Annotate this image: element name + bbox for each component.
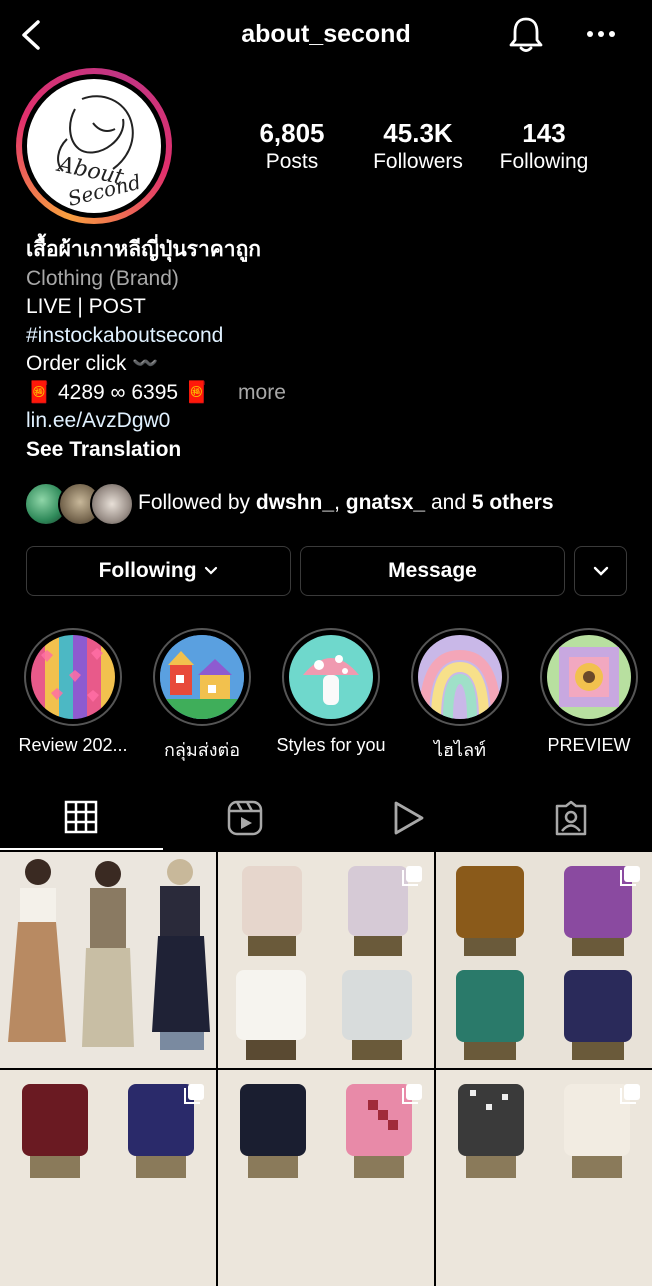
followers-others[interactable]: 5 others [472,491,554,514]
highlight-item[interactable]: PREVIEW [539,628,639,756]
profile-bio: เสื้อผ้าเกาหลีญี่ปุ่นราคาถูก Clothing (B… [26,236,626,464]
carousel-icon [184,1084,204,1104]
bio-phone-line: 🧧 4289 ∞ 6395 🧧 more [26,379,626,408]
tab-reels[interactable] [163,788,326,848]
carousel-icon [620,866,640,886]
bio-phone: 🧧 4289 ∞ 6395 🧧 [26,380,211,404]
follower-username[interactable]: gnatsx_ [346,491,425,514]
post-thumbnail[interactable] [0,852,216,1068]
tab-tagged[interactable] [489,788,652,848]
highlight-cover [160,635,244,719]
chevron-down-icon [205,567,218,576]
about-second-logo: About Second [27,79,161,213]
tab-videos[interactable] [326,788,489,848]
highlight-cover [547,635,631,719]
message-button[interactable]: Message [300,546,565,596]
grid-icon [64,800,98,834]
tagged-icon [555,800,587,836]
following-label: Following [499,150,589,173]
message-button-label: Message [388,559,477,582]
highlight-cover [289,635,373,719]
follower-avatar [90,482,134,526]
highlight-item[interactable]: กลุ่มส่งต่อ [152,628,252,764]
followers-count: 45.3K [383,118,453,148]
stat-following[interactable]: 143 Following [474,118,614,176]
highlight-label: Styles for you [276,735,386,755]
bio-link[interactable]: lin.ee/AvzDgw0 [26,407,626,436]
post-thumbnail[interactable] [436,1070,652,1286]
followed-by-text: Followed by dwshn_, gnatsx_ and 5 others [138,491,554,514]
highlight-cover [31,635,115,719]
profile-category: Clothing (Brand) [26,266,179,290]
highlight-cover [418,635,502,719]
reels-icon [227,800,263,836]
bell-icon[interactable] [506,14,546,54]
bio-more-link[interactable]: more [238,381,286,404]
suggested-accounts-button[interactable] [574,546,627,596]
profile-username-title: about_second [241,20,411,48]
tab-posts-grid[interactable] [0,788,163,850]
highlight-label: กลุ่มส่งต่อ [163,740,241,760]
following-button-label: Following [98,559,197,582]
following-button[interactable]: Following [26,546,291,596]
top-bar: about_second [0,0,652,70]
see-translation-link[interactable]: See Translation [26,436,626,465]
highlight-item[interactable]: Review 202... [18,628,128,756]
following-count: 143 [522,118,566,148]
post-thumbnail[interactable] [218,1070,434,1286]
highlight-item[interactable]: ไฮไลท์ [410,628,510,764]
bio-line: LIVE | POST [26,295,146,318]
highlight-label: ไฮไลท์ [434,740,486,760]
chevron-down-icon [593,567,608,577]
profile-avatar[interactable]: About Second [16,68,172,224]
post-thumbnail[interactable] [0,1070,216,1286]
highlight-label: PREVIEW [547,735,631,755]
follower-username[interactable]: dwshn_ [256,491,334,514]
post-thumbnail[interactable] [436,852,652,1068]
post-thumbnail[interactable] [218,852,434,1068]
followers-label: Followers [373,150,463,173]
followed-by-row[interactable]: Followed by dwshn_, gnatsx_ and 5 others [24,482,634,526]
bio-order-line: Order click 〰️ [26,352,159,375]
posts-count: 6,805 [259,118,325,148]
carousel-icon [620,1084,640,1104]
profile-tabs [0,788,652,850]
carousel-icon [402,866,422,886]
carousel-icon [402,1084,422,1104]
play-icon [394,801,424,835]
stat-posts[interactable]: 6,805 Posts [222,118,362,176]
posts-label: Posts [265,150,319,173]
highlight-label: Review 202... [18,735,128,755]
highlight-item[interactable]: Styles for you [276,628,386,756]
profile-name: เสื้อผ้าเกาหลีญี่ปุ่นราคาถูก [26,238,262,261]
stat-followers[interactable]: 45.3K Followers [348,118,488,176]
bio-hashtag[interactable]: #instockaboutsecond [26,322,626,351]
more-horizontal-icon[interactable] [584,22,618,46]
